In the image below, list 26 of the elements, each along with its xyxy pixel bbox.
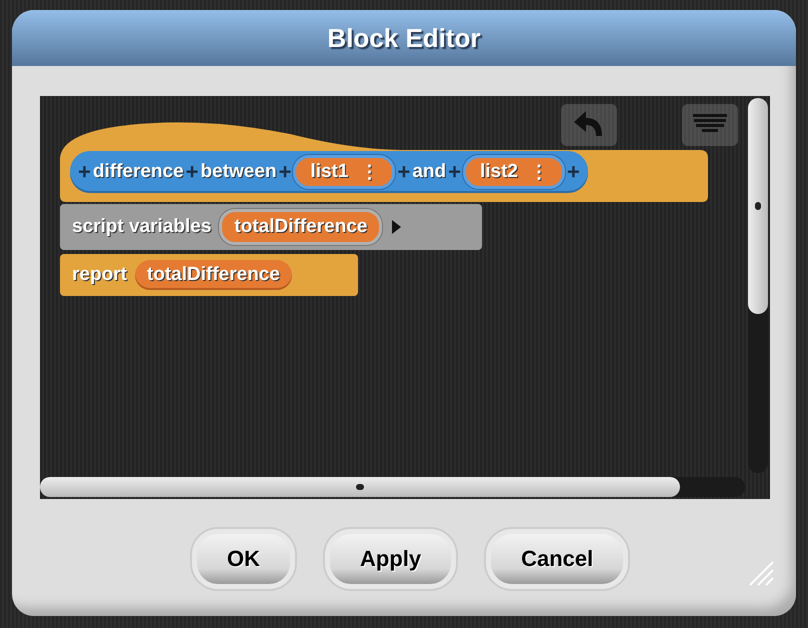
block-label: and <box>412 161 446 183</box>
plus-sign[interactable]: + <box>186 159 199 185</box>
block-label: report <box>72 264 127 286</box>
plus-sign[interactable]: + <box>78 159 91 185</box>
parameter-slot[interactable]: list2 ⋮ <box>462 155 565 189</box>
plus-sign[interactable]: + <box>566 159 580 185</box>
block-label: between <box>200 161 277 183</box>
resize-handle-icon[interactable] <box>748 560 774 586</box>
dialog-button[interactable]: OK <box>192 529 295 589</box>
dialog-button[interactable]: Apply <box>325 529 456 589</box>
plus-sign[interactable]: + <box>278 159 292 185</box>
prototype-block[interactable]: +difference+between+ list1 ⋮ +and+ list2 ⋮ + <box>70 151 588 193</box>
script-variables-block[interactable]: script variables totalDifference <box>60 204 482 250</box>
plus-sign[interactable]: + <box>448 159 461 185</box>
report-block[interactable]: report totalDifference <box>60 254 358 296</box>
variable-slot[interactable]: totalDifference <box>134 260 292 290</box>
variable-slot[interactable]: totalDifference <box>219 209 382 245</box>
block-label: script variables <box>72 216 212 238</box>
arrow-icon[interactable] <box>392 220 402 234</box>
plus-sign[interactable]: + <box>397 159 410 185</box>
scrollbar-track[interactable] <box>748 98 768 473</box>
dialog-button[interactable]: Cancel <box>486 529 628 589</box>
window-title: Block Editor <box>327 22 481 54</box>
vertical-scrollbar[interactable] <box>748 98 768 314</box>
block-label: difference <box>92 161 184 183</box>
parameter-slot[interactable]: list1 ⋮ <box>293 155 396 189</box>
